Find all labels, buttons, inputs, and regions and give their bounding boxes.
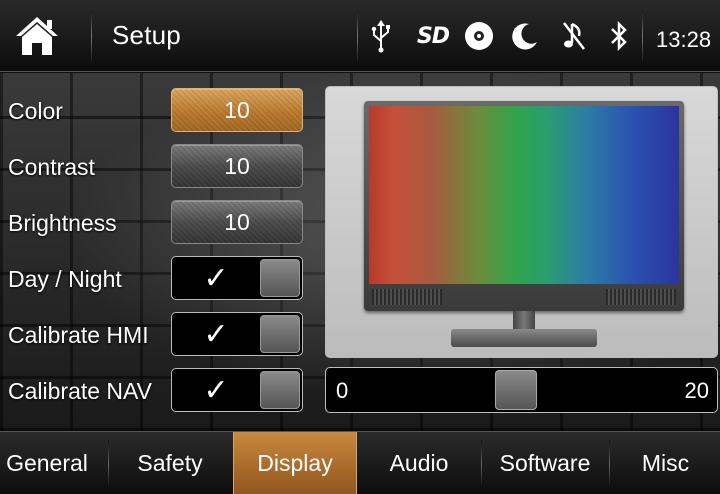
tab-audio[interactable]: Audio [360, 432, 478, 494]
separator [108, 440, 109, 488]
display-preview-panel [325, 86, 718, 358]
tv-stand-base [451, 329, 597, 347]
toggle-knob[interactable] [260, 371, 300, 409]
contrast-value-button[interactable]: 10 [171, 144, 303, 188]
calibrate-hmi-toggle[interactable]: ✓ [171, 312, 303, 356]
slider-min-label: 0 [336, 378, 349, 403]
separator [609, 440, 610, 488]
night-mode-icon [508, 16, 542, 56]
toggle-knob[interactable] [260, 259, 300, 297]
day-night-toggle[interactable]: ✓ [171, 256, 303, 300]
color-spectrum-screen [369, 106, 679, 284]
tab-display[interactable]: Display [233, 432, 357, 494]
tab-software[interactable]: Software [483, 432, 607, 494]
separator [91, 10, 92, 62]
tab-general[interactable]: General [0, 432, 94, 494]
brightness-value-button[interactable]: 10 [171, 200, 303, 244]
clock: 13:28 [656, 27, 712, 52]
calibrate-nav-label: Calibrate NAV [8, 378, 153, 404]
tv-preview [364, 101, 684, 311]
separator [357, 10, 358, 62]
day-night-label: Day / Night [8, 266, 122, 292]
mute-music-icon [560, 16, 588, 56]
tab-misc[interactable]: Misc [611, 432, 720, 494]
brightness-label: Brightness [8, 210, 117, 236]
home-button[interactable] [8, 8, 66, 64]
disc-icon [462, 16, 496, 56]
check-icon: ✓ [203, 373, 229, 407]
page-title: Setup [112, 20, 181, 50]
separator [642, 10, 643, 62]
separator [481, 440, 482, 488]
usb-icon [368, 16, 394, 56]
check-icon: ✓ [203, 317, 229, 351]
top-bar: Setup SD 13:28 [0, 0, 720, 72]
home-icon [16, 17, 58, 55]
color-value-button[interactable]: 10 [171, 88, 303, 132]
contrast-label: Contrast [8, 154, 95, 180]
calibrate-hmi-label: Calibrate HMI [8, 322, 149, 348]
sd-label: SD [416, 23, 450, 49]
bottom-tab-bar: General Safety Display Audio Software Mi… [0, 431, 720, 494]
toggle-knob[interactable] [260, 315, 300, 353]
slider-thumb[interactable] [495, 370, 537, 410]
value-slider[interactable]: 0 20 [325, 367, 718, 413]
tv-stand-neck [513, 311, 535, 331]
color-label: Color [8, 98, 63, 124]
check-icon: ✓ [203, 261, 229, 295]
tab-safety[interactable]: Safety [110, 432, 230, 494]
bluetooth-icon [606, 16, 632, 56]
slider-max-label: 20 [684, 378, 709, 403]
speaker-grille [372, 289, 442, 305]
sd-card-icon: SD [412, 16, 454, 56]
speaker-grille [606, 289, 676, 305]
calibrate-nav-toggle[interactable]: ✓ [171, 368, 303, 412]
